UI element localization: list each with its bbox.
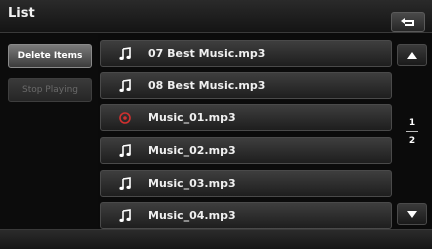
music-note-icon	[119, 209, 131, 222]
playing-disc-icon	[119, 112, 131, 124]
list-item[interactable]: 07 Best Music.mp3	[100, 40, 392, 67]
music-note-icon	[119, 79, 131, 92]
bottom-bar	[0, 229, 432, 249]
scroll-down-button[interactable]	[397, 203, 427, 225]
scroll-up-button[interactable]	[397, 44, 427, 66]
total-pages: 2	[408, 136, 416, 146]
list-item[interactable]: Music_04.mp3	[100, 202, 392, 229]
title-bar: List	[0, 0, 432, 33]
back-arrow-icon	[401, 18, 414, 26]
list-item[interactable]: 08 Best Music.mp3	[100, 72, 392, 99]
list-item-name: 08 Best Music.mp3	[148, 79, 266, 92]
page-title: List	[8, 6, 35, 21]
list-item-name: 07 Best Music.mp3	[148, 47, 266, 60]
delete-items-button[interactable]: Delete Items	[8, 44, 92, 68]
left-panel: Delete Items Stop Playing	[0, 34, 98, 229]
stop-playing-button: Stop Playing	[8, 78, 92, 102]
up-arrow-icon	[407, 51, 417, 59]
list-scrollbar[interactable]: 1 2	[397, 40, 427, 229]
music-note-icon	[119, 177, 131, 190]
page-divider	[406, 131, 418, 132]
back-button[interactable]	[391, 12, 425, 32]
list-item[interactable]: Music_01.mp3	[100, 104, 392, 131]
music-note-icon	[119, 144, 131, 157]
list-item[interactable]: Music_03.mp3	[100, 170, 392, 197]
list-item[interactable]: Music_02.mp3	[100, 137, 392, 164]
current-page: 1	[408, 118, 416, 128]
list-item-name: Music_03.mp3	[148, 177, 236, 190]
list-item-name: Music_02.mp3	[148, 144, 236, 157]
list-item-name: Music_04.mp3	[148, 209, 236, 222]
list-item-name: Music_01.mp3	[148, 111, 236, 124]
down-arrow-icon	[407, 210, 417, 218]
music-note-icon	[119, 47, 131, 60]
